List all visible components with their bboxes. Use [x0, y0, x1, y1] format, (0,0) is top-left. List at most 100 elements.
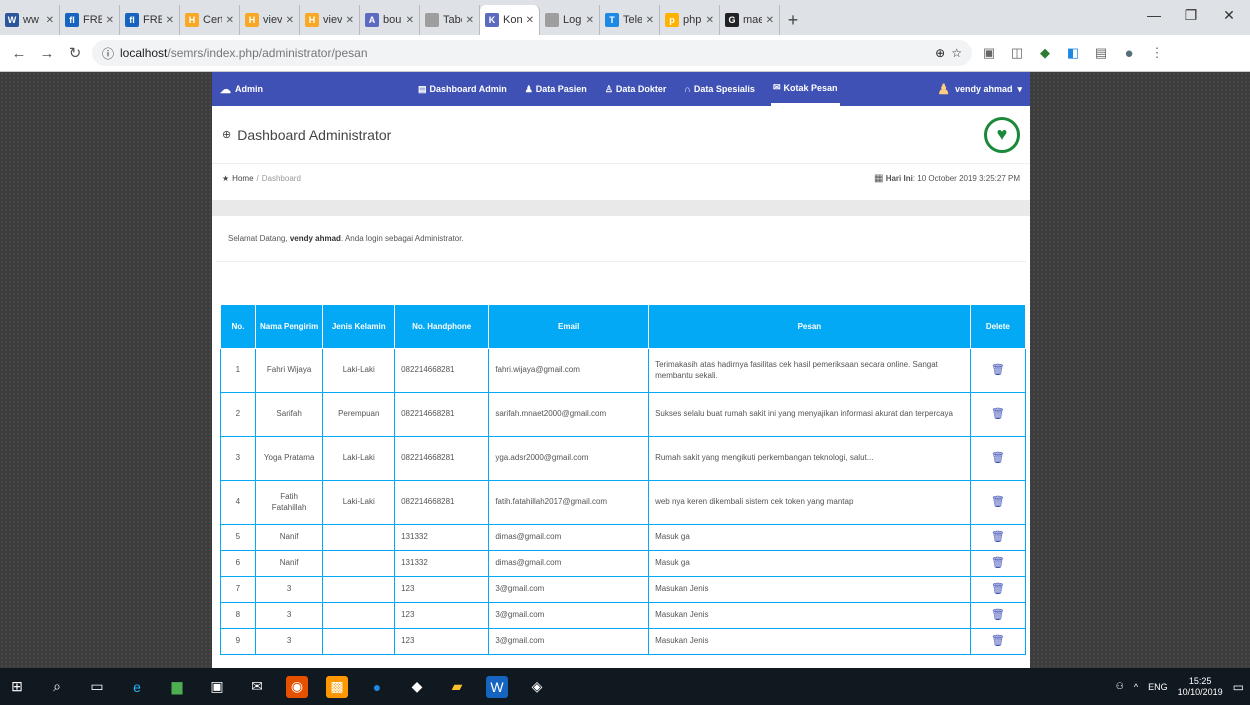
- column-header: Jenis Kelamin: [322, 304, 396, 349]
- maps-icon[interactable]: ●: [366, 676, 388, 698]
- breadcrumb: ★ Home / Dashboard ▦ Hari Ini: 10 Octobe…: [222, 172, 1020, 184]
- notifications-icon[interactable]: ▭: [1233, 680, 1244, 694]
- search-icon[interactable]: ⌕: [46, 676, 68, 698]
- word-icon[interactable]: W: [486, 675, 508, 698]
- browser-tab[interactable]: Hviev ✕: [300, 5, 360, 35]
- close-window-icon[interactable]: ✕: [1210, 0, 1248, 30]
- extension-icon[interactable]: ◧: [1062, 42, 1084, 64]
- extension-icon[interactable]: ◫: [1006, 42, 1028, 64]
- tab-title: mae: [743, 14, 762, 26]
- breadcrumb-home[interactable]: Home: [232, 174, 253, 183]
- browser-tab[interactable]: Www ✕: [0, 5, 60, 35]
- reload-icon[interactable]: ↻: [64, 42, 86, 64]
- trash-icon[interactable]: 🗑: [991, 452, 1005, 464]
- people-icon[interactable]: ⚇: [1116, 681, 1124, 692]
- tab-close-icon[interactable]: ✕: [406, 15, 414, 26]
- delete-cell: 🗑: [969, 480, 1027, 525]
- tab-close-icon[interactable]: ✕: [106, 15, 114, 26]
- browser-tab[interactable]: K Kon ✕: [480, 5, 540, 35]
- trash-icon[interactable]: 🗑: [991, 557, 1005, 569]
- minimize-icon[interactable]: —: [1135, 0, 1173, 30]
- tab-close-icon[interactable]: ✕: [346, 15, 354, 26]
- chrome-icon[interactable]: ◉: [286, 675, 308, 698]
- sublime-icon[interactable]: ▰: [446, 676, 468, 698]
- welcome-message: Selamat Datang, vendy ahmad. Anda login …: [216, 216, 1026, 262]
- app-icon[interactable]: ◆: [406, 676, 428, 698]
- extension-icon[interactable]: ▣: [978, 42, 1000, 64]
- user-menu[interactable]: ♟ vendy ahmad ▾: [937, 81, 1022, 98]
- nav-item-dashboard-admin[interactable]: ▤ Dashboard Admin: [416, 72, 509, 106]
- forward-icon[interactable]: →: [36, 42, 58, 64]
- browser-tab[interactable]: p php ✕: [660, 5, 720, 35]
- tab-title: Cert: [203, 14, 222, 26]
- table-header-row: No. Nama Pengirim Jenis Kelamin No. Handpho…: [220, 304, 1027, 349]
- tab-close-icon[interactable]: ✕: [226, 15, 234, 26]
- store-icon[interactable]: ▣: [206, 676, 228, 698]
- tab-close-icon[interactable]: ✕: [526, 15, 534, 26]
- table-cell: Nanif: [254, 550, 324, 577]
- trash-icon[interactable]: 🗑: [991, 364, 1005, 376]
- back-icon[interactable]: ←: [8, 42, 30, 64]
- tray-chevron-icon[interactable]: ^: [1134, 682, 1138, 692]
- edge-icon[interactable]: e: [126, 676, 148, 698]
- windows-start-icon[interactable]: ⊞: [6, 676, 28, 698]
- brand[interactable]: ☁ Admin: [220, 83, 410, 96]
- trash-icon[interactable]: 🗑: [991, 496, 1005, 508]
- top-navbar: ☁ Admin ▤ Dashboard Admin ♟ Data Pasien ♙ Dat…: [212, 72, 1030, 106]
- language-indicator[interactable]: ENG: [1148, 682, 1168, 692]
- nav-item-data-spesialis[interactable]: ∩ Data Spesialis: [682, 72, 757, 106]
- url-input[interactable]: ⓘ localhost/semrs/index.php/administrato…: [92, 40, 972, 66]
- app-icon[interactable]: ◈: [526, 676, 548, 698]
- welcome-name: vendy ahmad: [289, 234, 341, 243]
- table-cell: Laki-Laki: [322, 348, 396, 393]
- table-cell: sarifah.mnaet2000@gmail.com: [488, 392, 650, 437]
- nav-icon: ✉: [772, 82, 781, 92]
- table-cell: 9: [220, 628, 256, 655]
- tab-close-icon[interactable]: ✕: [46, 15, 54, 26]
- table-cell: Masuk ga: [648, 550, 971, 577]
- extension-icon[interactable]: ▤: [1090, 42, 1112, 64]
- nav-item-kotak-pesan[interactable]: ✉ Kotak Pesan: [770, 72, 840, 106]
- nav-item-data-pasien[interactable]: ♟ Data Pasien: [523, 72, 589, 106]
- zoom-icon[interactable]: ⊕: [935, 46, 945, 60]
- app-icon[interactable]: ▩: [326, 675, 348, 698]
- trash-icon[interactable]: 🗑: [991, 609, 1005, 621]
- tab-close-icon[interactable]: ✕: [706, 15, 714, 26]
- extension-icon[interactable]: ◆: [1034, 42, 1056, 64]
- mail-icon[interactable]: ✉: [246, 676, 268, 698]
- browser-tab[interactable]: Gmae ✕: [720, 5, 780, 35]
- browser-tab[interactable]: Abou ✕: [360, 5, 420, 35]
- table-cell: 123: [394, 628, 490, 655]
- tab-close-icon[interactable]: ✕: [586, 15, 594, 26]
- browser-tab[interactable]: T Tele ✕: [600, 5, 660, 35]
- browser-tab[interactable]: fl FRE ✕: [60, 5, 120, 35]
- tab-close-icon[interactable]: ✕: [766, 15, 774, 26]
- nav-item-data-dokter[interactable]: ♙ Data Dokter: [603, 72, 669, 106]
- trash-icon[interactable]: 🗑: [991, 531, 1005, 543]
- tab-close-icon[interactable]: ✕: [646, 15, 654, 26]
- bookmark-star-icon[interactable]: ☆: [951, 46, 962, 60]
- task-view-icon[interactable]: ▭: [86, 676, 108, 698]
- clock[interactable]: 15:25 10/10/2019: [1178, 676, 1223, 698]
- browser-viewport: ☁ Admin ▤ Dashboard Admin ♟ Data Pasien ♙ Dat…: [0, 72, 1250, 668]
- tab-close-icon[interactable]: ✕: [166, 15, 174, 26]
- browser-tab[interactable]: Hviev ✕: [240, 5, 300, 35]
- profile-icon[interactable]: ●: [1118, 42, 1140, 64]
- browser-tab[interactable]: H Cert ✕: [180, 5, 240, 35]
- browser-tab[interactable]: Tabe ✕: [420, 5, 480, 35]
- menu-kebab-icon[interactable]: ⋮: [1146, 42, 1168, 64]
- app-icon[interactable]: ▆: [166, 676, 188, 698]
- maximize-icon[interactable]: ❐: [1172, 0, 1210, 30]
- new-tab-icon[interactable]: +: [780, 5, 806, 35]
- tab-close-icon[interactable]: ✕: [286, 15, 294, 26]
- trash-icon[interactable]: 🗑: [991, 408, 1005, 420]
- trash-icon[interactable]: 🗑: [991, 635, 1005, 647]
- delete-cell: 🗑: [969, 602, 1027, 629]
- tab-close-icon[interactable]: ✕: [466, 15, 474, 26]
- date-info: ▦ Hari Ini: 10 October 2019 3:25:27 PM: [874, 172, 1020, 184]
- table-row: 1 Fahri Wijaya Laki-Laki 082214668281 fahri.…: [220, 348, 1027, 393]
- table-row: 4 Fatih Fatahillah Laki-Laki 082214668281 fa…: [220, 480, 1027, 525]
- browser-tab[interactable]: Log ✕: [540, 5, 600, 35]
- trash-icon[interactable]: 🗑: [991, 583, 1005, 595]
- browser-tab[interactable]: fl FRE ✕: [120, 5, 180, 35]
